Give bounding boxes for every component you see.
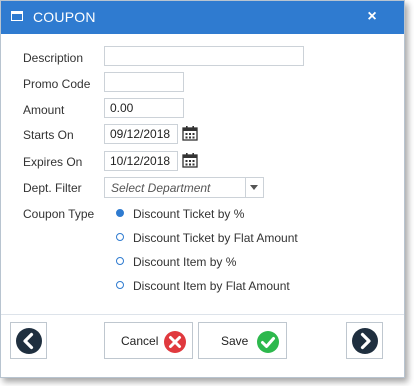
amount-label: Amount — [23, 103, 65, 117]
radio-unchecked-icon[interactable] — [116, 233, 124, 241]
previous-button[interactable] — [10, 322, 47, 359]
cancel-button-label: Cancel — [121, 334, 159, 348]
radio-unchecked-icon[interactable] — [116, 257, 124, 265]
save-check-icon — [257, 331, 279, 353]
chevron-right-icon — [352, 328, 378, 354]
radio-unchecked-icon[interactable] — [116, 281, 124, 289]
window-icon — [11, 11, 23, 21]
title-bar: COUPON × — [1, 1, 404, 34]
coupon-type-option-label: Discount Ticket by Flat Amount — [133, 231, 298, 245]
save-button-label: Save — [221, 334, 249, 348]
coupon-type-option-label: Discount Item by Flat Amount — [133, 279, 290, 293]
description-label: Description — [23, 51, 84, 65]
calendar-icon[interactable] — [182, 153, 198, 168]
calendar-icon[interactable] — [182, 126, 198, 141]
radio-checked-icon[interactable] — [116, 209, 124, 217]
starts-on-label: Starts On — [23, 128, 74, 142]
dept-filter-select[interactable]: Select Department — [104, 177, 264, 198]
promo-code-label: Promo Code — [23, 77, 91, 91]
amount-input[interactable]: 0.00 — [104, 98, 184, 118]
dept-filter-placeholder: Select Department — [111, 181, 211, 195]
coupon-type-label: Coupon Type — [23, 207, 95, 221]
coupon-type-option-label: Discount Ticket by % — [133, 207, 245, 221]
chevron-down-icon — [250, 185, 258, 190]
cancel-button[interactable]: Cancel — [104, 322, 193, 359]
chevron-left-icon — [16, 328, 42, 354]
dept-filter-label: Dept. Filter — [23, 181, 82, 195]
coupon-type-option-label: Discount Item by % — [133, 255, 237, 269]
description-input[interactable] — [104, 46, 304, 66]
next-button[interactable] — [346, 322, 383, 359]
coupon-dialog: COUPON × Description Promo Code Amount 0… — [0, 0, 405, 378]
footer-divider — [1, 314, 404, 315]
cancel-x-icon — [164, 331, 186, 353]
dialog-title: COUPON — [33, 9, 96, 25]
starts-on-input[interactable]: 09/12/2018 — [104, 124, 178, 144]
expires-on-input[interactable]: 10/12/2018 — [104, 151, 178, 171]
promo-code-input[interactable] — [104, 72, 184, 92]
save-button[interactable]: Save — [198, 322, 287, 359]
close-button[interactable]: × — [362, 7, 382, 27]
dropdown-toggle[interactable] — [245, 178, 263, 197]
expires-on-label: Expires On — [23, 155, 83, 169]
